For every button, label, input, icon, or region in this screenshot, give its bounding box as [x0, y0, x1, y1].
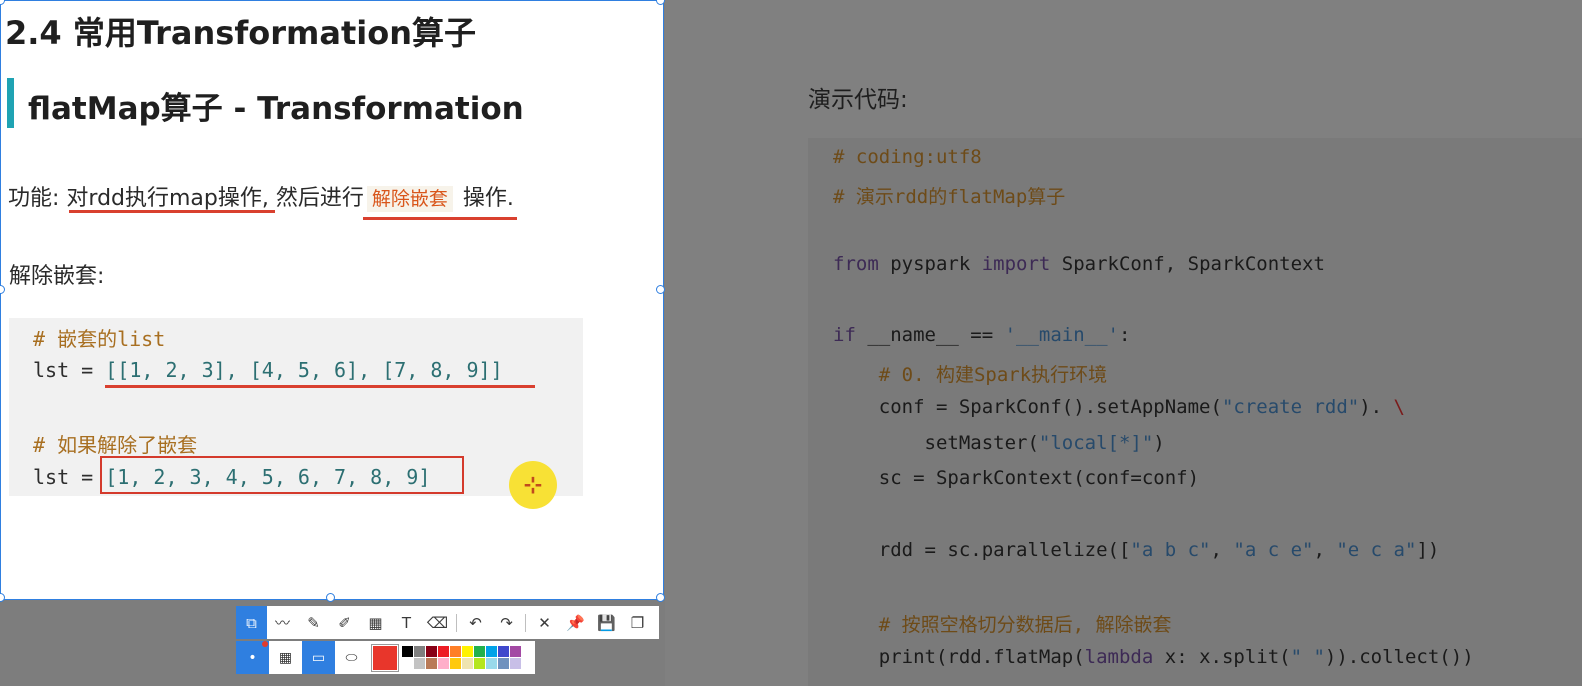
marker-icon[interactable]: ✐ — [329, 606, 360, 639]
color-swatch[interactable] — [462, 658, 473, 669]
bg-code-line-6: conf = SparkConf().setAppName("create rd… — [833, 396, 1405, 418]
text-icon[interactable]: T — [391, 606, 422, 639]
annotation-underline-2 — [363, 217, 517, 220]
copy-icon[interactable]: ❐ — [622, 606, 653, 639]
color-swatch[interactable] — [450, 658, 461, 669]
func-part-map: 对rdd执行map操作 — [66, 186, 262, 211]
redo-icon[interactable]: ↷ — [491, 606, 522, 639]
toolbar-divider — [456, 613, 457, 632]
demo-code-label: 演示代码: — [808, 87, 908, 113]
code-comment-2: # 如果解除了嵌套 — [33, 433, 198, 457]
bg-code-line-5: # 0. 构建Spark执行环境 — [833, 364, 1108, 386]
annotation-underline-3 — [105, 385, 535, 388]
color-swatch[interactable] — [438, 646, 449, 657]
bg-code-line-10: # 按照空格切分数据后, 解除嵌套 — [833, 614, 1172, 636]
unnest-label: 解除嵌套: — [9, 264, 105, 289]
mouse-cursor-highlight: ⊹ — [509, 461, 557, 509]
color-swatch[interactable] — [510, 646, 521, 657]
bg-code-line-4: if __name__ == '__main__': — [833, 324, 1131, 346]
color-swatch[interactable] — [414, 658, 425, 669]
function-description: 功能: 对rdd执行map操作, 然后进行 解除嵌套 操作. — [8, 186, 514, 212]
fill-style-icon[interactable]: ▦ — [269, 641, 302, 674]
bg-code-line-7: setMaster("local[*]") — [833, 432, 1165, 454]
eraser-icon[interactable]: ⌫ — [422, 606, 453, 639]
capture-toolbar: ⧉ 〰 ✎ ✐ ▦ T ⌫ ↶ ↷ ✕ 📌 💾 ❐ — [236, 606, 659, 639]
code-comment-1: # 嵌套的list — [33, 327, 166, 351]
color-swatch[interactable] — [426, 658, 437, 669]
annotation-rectangle[interactable] — [100, 456, 464, 494]
crosshair-icon: ⊹ — [523, 472, 543, 498]
color-swatch[interactable] — [414, 646, 425, 657]
capture-selection[interactable]: 2.4 常用Transformation算子 flatMap算子 - Trans… — [0, 0, 664, 600]
color-swatch[interactable] — [438, 658, 449, 669]
color-swatch[interactable] — [402, 658, 413, 669]
color-swatch[interactable] — [486, 646, 497, 657]
bg-code-line-9: rdd = sc.parallelize(["a b c", "a c e", … — [833, 539, 1440, 561]
dot-size-icon[interactable]: • — [236, 641, 269, 674]
code-line-nested: lst = [[1, 2, 3], [4, 5, 6], [7, 8, 9]] — [33, 358, 503, 382]
bg-code-line-2: # 演示rdd的flatMap算子 — [833, 186, 1066, 208]
select-region-icon[interactable]: ⧉ — [236, 606, 267, 639]
bg-code-line-1: # coding:utf8 — [833, 146, 982, 168]
bg-code-line-3: from pyspark import SparkConf, SparkCont… — [833, 253, 1325, 275]
color-swatch[interactable] — [498, 646, 509, 657]
resize-handle-mr[interactable] — [656, 285, 665, 294]
color-swatch[interactable] — [474, 646, 485, 657]
section-title: 2.4 常用Transformation算子 — [5, 14, 477, 52]
current-color-swatch[interactable] — [371, 643, 399, 672]
color-swatch[interactable] — [474, 658, 485, 669]
color-swatch[interactable] — [402, 646, 413, 657]
toolbar-divider — [525, 613, 526, 632]
annotation-underline-1 — [69, 210, 275, 213]
color-palette — [402, 646, 521, 669]
close-icon[interactable]: ✕ — [529, 606, 560, 639]
save-icon[interactable]: 💾 — [591, 606, 622, 639]
color-swatch[interactable] — [450, 646, 461, 657]
shape-options-toolbar: • ▦ ▭ ⬭ — [236, 641, 535, 674]
color-swatch[interactable] — [426, 646, 437, 657]
polyline-icon[interactable]: 〰 — [267, 606, 298, 639]
rectangle-shape-icon[interactable]: ▭ — [302, 641, 335, 674]
color-swatch[interactable] — [498, 658, 509, 669]
subsection-title: flatMap算子 - Transformation — [28, 91, 524, 127]
resize-handle-bl[interactable] — [0, 593, 5, 602]
color-swatch[interactable] — [510, 658, 521, 669]
pencil-icon[interactable]: ✎ — [298, 606, 329, 639]
color-swatch[interactable] — [462, 646, 473, 657]
bg-code-line-11: print(rdd.flatMap(lambda x: x.split(" ")… — [833, 646, 1474, 668]
resize-handle-br[interactable] — [656, 593, 665, 602]
subsection-accent-bar — [7, 78, 14, 128]
color-swatch[interactable] — [486, 658, 497, 669]
highlight-unnest: 解除嵌套 — [366, 186, 453, 212]
resize-handle-bm[interactable] — [326, 593, 335, 602]
ellipse-shape-icon[interactable]: ⬭ — [335, 641, 368, 674]
bg-code-line-8: sc = SparkContext(conf=conf) — [833, 467, 1200, 489]
pin-icon[interactable]: 📌 — [560, 606, 591, 639]
undo-icon[interactable]: ↶ — [460, 606, 491, 639]
mosaic-icon[interactable]: ▦ — [360, 606, 391, 639]
